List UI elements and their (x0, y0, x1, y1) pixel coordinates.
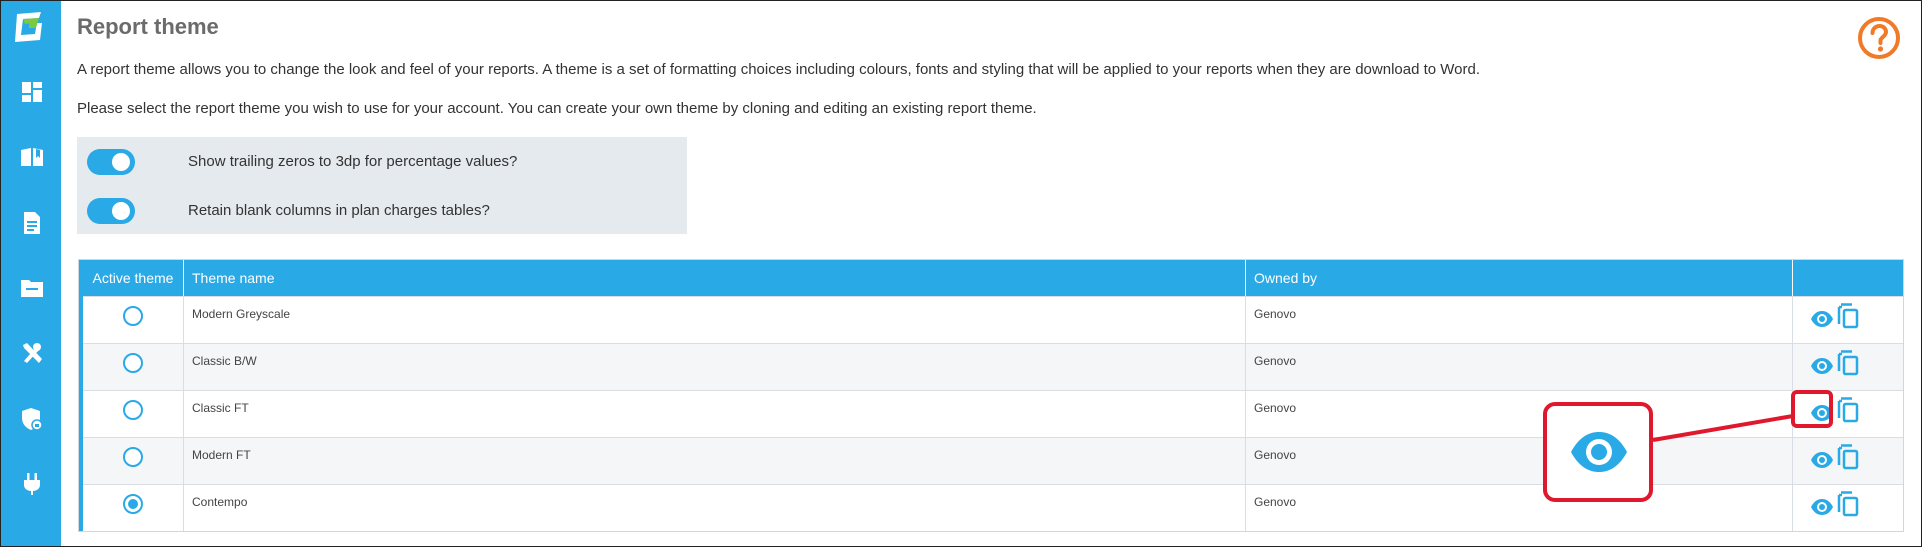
dashboard-icon[interactable] (19, 79, 45, 105)
header-active-theme: Active theme (83, 260, 184, 296)
zoomed-eye-icon (1569, 430, 1629, 474)
settings-panel: Show trailing zeros to 3dp for percentag… (77, 137, 687, 234)
toggle-knob (112, 153, 130, 171)
table-row: Classic B/W Genovo (83, 343, 1903, 390)
header-theme-name[interactable]: Theme name (184, 260, 1246, 296)
clone-copy-icon[interactable] (1837, 303, 1859, 329)
clone-copy-icon[interactable] (1837, 444, 1859, 470)
tools-icon[interactable] (19, 340, 45, 366)
trailing-zeros-label: Show trailing zeros to 3dp for percentag… (188, 153, 518, 170)
shield-lock-icon[interactable] (19, 406, 45, 432)
actions-cell (1793, 344, 1903, 390)
blank-columns-toggle[interactable] (87, 198, 135, 224)
owner-cell: Genovo (1246, 297, 1793, 343)
active-theme-radio[interactable] (123, 447, 143, 467)
active-theme-radio[interactable] (123, 494, 143, 514)
header-actions (1793, 260, 1903, 296)
theme-name-cell: Classic B/W (184, 344, 1246, 390)
toggle-row-blank-columns: Retain blank columns in plan charges tab… (77, 196, 687, 226)
owner-cell: Genovo (1246, 344, 1793, 390)
owner-cell: Genovo (1246, 391, 1793, 437)
header-owned-by[interactable]: Owned by (1246, 260, 1793, 296)
description-text: A report theme allows you to change the … (77, 61, 1481, 78)
zoom-callout (1543, 402, 1653, 502)
theme-name-cell: Classic FT (184, 391, 1246, 437)
theme-name-cell: Modern FT (184, 438, 1246, 484)
toggle-knob (112, 202, 130, 220)
clone-copy-icon[interactable] (1837, 397, 1859, 423)
table-header: Active theme Theme name Owned by (79, 260, 1903, 296)
actions-cell (1793, 485, 1903, 531)
owner-cell: Genovo (1246, 438, 1793, 484)
active-theme-radio[interactable] (123, 353, 143, 373)
owner-cell: Genovo (1246, 485, 1793, 531)
clone-copy-icon[interactable] (1837, 350, 1859, 376)
plug-icon[interactable] (19, 471, 45, 497)
theme-name-cell: Modern Greyscale (184, 297, 1246, 343)
sidebar (1, 1, 61, 546)
toggle-row-trailing-zeros: Show trailing zeros to 3dp for percentag… (77, 147, 687, 177)
folder-icon[interactable] (19, 275, 45, 301)
active-theme-radio[interactable] (123, 306, 143, 326)
clone-copy-icon[interactable] (1837, 491, 1859, 517)
actions-cell (1793, 438, 1903, 484)
page-title: Report theme (77, 14, 219, 39)
trailing-zeros-toggle[interactable] (87, 149, 135, 175)
active-theme-radio[interactable] (123, 400, 143, 420)
help-icon[interactable] (1857, 16, 1901, 60)
document-icon[interactable] (19, 210, 45, 236)
instruction-text: Please select the report theme you wish … (77, 100, 1037, 117)
genovo-logo[interactable] (11, 9, 47, 45)
highlight-box (1791, 390, 1833, 428)
preview-eye-icon[interactable] (1810, 495, 1834, 515)
book-icon[interactable] (19, 144, 45, 170)
actions-cell (1793, 297, 1903, 343)
preview-eye-icon[interactable] (1810, 307, 1834, 327)
blank-columns-label: Retain blank columns in plan charges tab… (188, 202, 490, 219)
table-row: Modern Greyscale Genovo (83, 296, 1903, 343)
theme-name-cell: Contempo (184, 485, 1246, 531)
preview-eye-icon[interactable] (1810, 448, 1834, 468)
preview-eye-icon[interactable] (1810, 354, 1834, 374)
